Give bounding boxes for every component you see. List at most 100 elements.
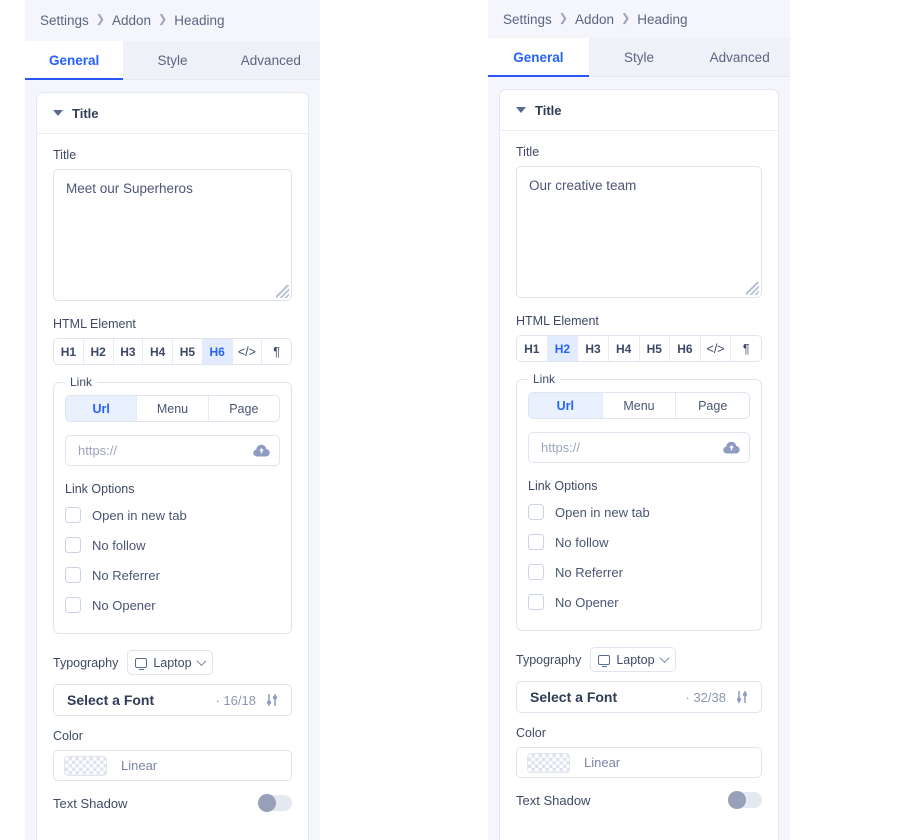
breadcrumb-item-heading[interactable]: Heading — [174, 13, 224, 28]
resize-handle-icon[interactable] — [276, 285, 289, 298]
url-input[interactable]: https:// — [65, 435, 280, 466]
text-shadow-toggle[interactable] — [728, 791, 762, 809]
link-type-page[interactable]: Page — [676, 393, 749, 418]
text-shadow-label: Text Shadow — [516, 792, 591, 808]
checkbox-no-follow[interactable]: No follow — [528, 527, 750, 557]
checkbox-no-referrer[interactable]: No Referrer — [65, 560, 280, 590]
text-shadow-toggle[interactable] — [258, 794, 292, 812]
html-element-h2[interactable]: H2 — [547, 336, 579, 361]
tune-sliders-icon[interactable] — [264, 693, 280, 707]
html-element-h1[interactable]: H1 — [517, 336, 548, 361]
typography-row: Typography Laptop — [516, 647, 762, 672]
checkbox-box-icon[interactable] — [65, 507, 81, 523]
breadcrumb-separator-icon: ❯ — [158, 13, 168, 26]
url-input-placeholder: https:// — [541, 440, 581, 455]
title-section-header[interactable]: Title — [37, 93, 308, 134]
checkbox-label: No Referrer — [555, 564, 623, 580]
tune-sliders-icon[interactable] — [734, 690, 750, 704]
tab-style[interactable]: Style — [589, 38, 690, 76]
tab-general[interactable]: General — [25, 41, 124, 80]
cloud-upload-icon[interactable] — [253, 444, 270, 458]
html-element-paragraph-icon[interactable]: ¶ — [262, 339, 291, 364]
tab-bar: General Style Advanced — [488, 38, 790, 77]
link-type-url[interactable]: Url — [66, 396, 138, 421]
checkbox-box-icon[interactable] — [65, 537, 81, 553]
html-element-h5[interactable]: H5 — [173, 339, 203, 364]
breadcrumb-item-heading[interactable]: Heading — [637, 12, 687, 27]
breadcrumb-item-settings[interactable]: Settings — [40, 13, 89, 28]
breadcrumb-item-settings[interactable]: Settings — [503, 12, 552, 27]
html-element-h3[interactable]: H3 — [578, 336, 609, 361]
cloud-upload-icon[interactable] — [723, 441, 740, 455]
checkbox-no-follow[interactable]: No follow — [65, 530, 280, 560]
typography-device-select[interactable]: Laptop — [127, 650, 213, 675]
checkbox-box-icon[interactable] — [528, 594, 544, 610]
title-section-header-label: Title — [535, 102, 562, 118]
checkbox-no-opener[interactable]: No Opener — [528, 587, 750, 617]
html-element-h1[interactable]: H1 — [54, 339, 84, 364]
html-element-h6[interactable]: H6 — [670, 336, 701, 361]
checkbox-box-icon[interactable] — [528, 534, 544, 550]
typography-label: Typography — [516, 652, 582, 667]
checkbox-label: Open in new tab — [555, 504, 650, 520]
html-element-h6[interactable]: H6 — [202, 339, 233, 364]
tab-general[interactable]: General — [488, 38, 589, 77]
checkbox-box-icon[interactable] — [528, 564, 544, 580]
checkbox-open-in-new-tab[interactable]: Open in new tab — [528, 497, 750, 527]
html-element-h5[interactable]: H5 — [639, 336, 671, 361]
html-element-h3[interactable]: H3 — [113, 339, 144, 364]
checkbox-box-icon[interactable] — [528, 504, 544, 520]
resize-handle-icon[interactable] — [746, 282, 759, 295]
title-textarea-value: Meet our Superheros — [66, 181, 193, 196]
color-swatch[interactable] — [64, 755, 107, 776]
font-size-value: · 32/38 — [685, 689, 726, 705]
font-select-row[interactable]: Select a Font · 16/18 — [53, 684, 292, 716]
chevron-down-icon — [196, 656, 207, 667]
link-type-group: Url Menu Page — [528, 392, 750, 419]
monitor-icon — [135, 657, 148, 670]
typography-device-select[interactable]: Laptop — [590, 647, 676, 672]
color-swatch[interactable] — [527, 752, 570, 773]
link-fieldset: Link Url Menu Page https:// Link Options… — [53, 375, 292, 634]
title-textarea[interactable]: Our creative team — [516, 166, 762, 298]
url-input[interactable]: https:// — [528, 432, 750, 463]
link-type-menu[interactable]: Menu — [137, 396, 209, 421]
html-element-code-icon[interactable]: </> — [232, 339, 263, 364]
font-select-row[interactable]: Select a Font · 32/38 — [516, 681, 762, 713]
screenshot-root: Settings ❯ Addon ❯ Heading General Style… — [0, 0, 900, 840]
breadcrumb-item-addon[interactable]: Addon — [112, 13, 151, 28]
breadcrumb-item-addon[interactable]: Addon — [575, 12, 614, 27]
html-element-paragraph-icon[interactable]: ¶ — [731, 336, 761, 361]
panel-body: Title Title Our creative team HTML Eleme… — [488, 77, 790, 840]
typography-device-value: Laptop — [616, 652, 655, 667]
link-type-url[interactable]: Url — [529, 393, 603, 418]
checkbox-no-referrer[interactable]: No Referrer — [528, 557, 750, 587]
link-type-menu[interactable]: Menu — [603, 393, 677, 418]
html-element-h2[interactable]: H2 — [83, 339, 114, 364]
breadcrumb-separator-icon: ❯ — [95, 13, 105, 26]
color-picker-row[interactable]: Linear — [516, 747, 762, 778]
text-shadow-row: Text Shadow — [53, 794, 292, 812]
html-element-group: H1 H2 H3 H4 H5 H6 </> ¶ — [53, 338, 292, 365]
link-type-page[interactable]: Page — [209, 396, 279, 421]
title-section-header-label: Title — [72, 105, 99, 121]
title-section-card: Title Title Meet our Superheros HTML Ele… — [36, 92, 309, 840]
title-section-header[interactable]: Title — [500, 90, 778, 131]
link-options-label: Link Options — [528, 479, 598, 493]
checkbox-no-opener[interactable]: No Opener — [65, 590, 280, 620]
checkbox-open-in-new-tab[interactable]: Open in new tab — [65, 500, 280, 530]
checkbox-label: No Referrer — [92, 567, 160, 583]
tab-advanced[interactable]: Advanced — [689, 38, 790, 76]
html-element-h4[interactable]: H4 — [143, 339, 173, 364]
title-textarea[interactable]: Meet our Superheros — [53, 169, 292, 301]
color-picker-row[interactable]: Linear — [53, 750, 292, 781]
title-textarea-value: Our creative team — [529, 178, 637, 193]
html-element-label: HTML Element — [53, 317, 136, 331]
tab-style[interactable]: Style — [123, 41, 221, 79]
checkbox-box-icon[interactable] — [65, 567, 81, 583]
checkbox-box-icon[interactable] — [65, 597, 81, 613]
chevron-down-icon — [53, 110, 63, 116]
html-element-h4[interactable]: H4 — [608, 336, 640, 361]
html-element-code-icon[interactable]: </> — [700, 336, 732, 361]
tab-advanced[interactable]: Advanced — [222, 41, 320, 79]
